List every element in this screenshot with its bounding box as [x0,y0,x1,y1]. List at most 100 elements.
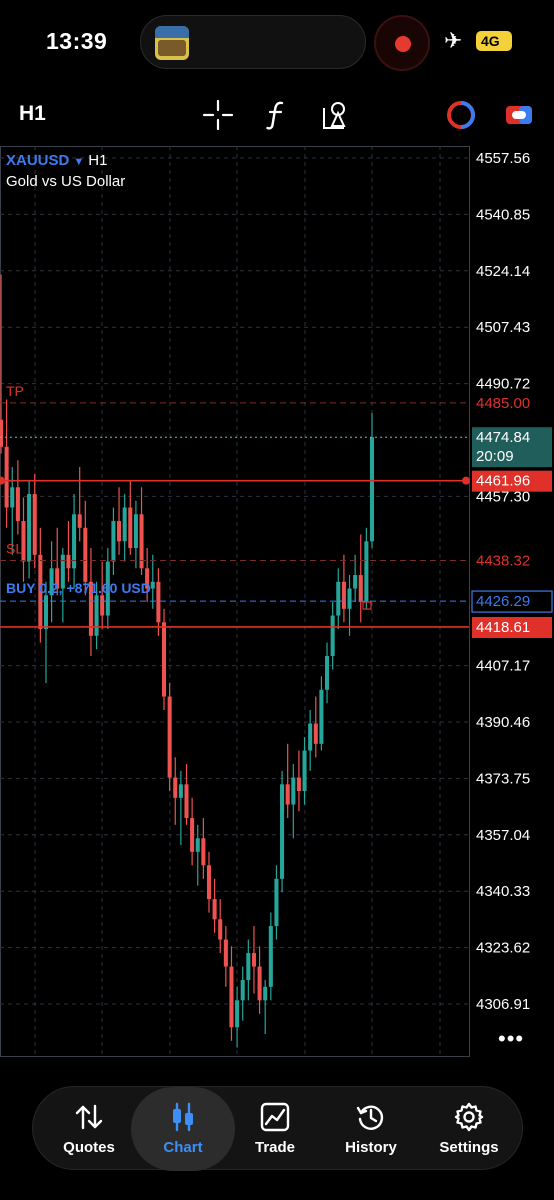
tab-bar: Quotes Chart Trade History Settings [32,1086,523,1171]
tab-settings[interactable]: Settings [419,1087,519,1171]
settings-icon [454,1102,484,1132]
candle-body [313,723,318,744]
symbol-header[interactable]: XAUUSD ▼ H1 [6,152,107,169]
candle-body [195,838,200,852]
candle-body [308,723,313,751]
candle-body [212,899,217,920]
candle-body [296,777,301,792]
candle-body [43,595,48,630]
tab-label: Trade [254,1139,296,1156]
price-chart[interactable]: 4557.56 4540.85 4524.14 4507.43 4490.72 4457.… [0,146,554,1058]
one-click-trading-icon[interactable] [444,98,478,132]
level-handle-left [0,476,5,485]
candle-body [336,581,341,616]
y-tick-label: 4373.75 [476,770,530,787]
candle-body [111,521,116,562]
y-tick-label: 4323.62 [476,940,530,957]
y-tick-label: 4357.04 [476,827,530,844]
symbol-timeframe: H1 [88,152,108,169]
symbol-description: Gold vs US Dollar [6,173,126,190]
candle-body [206,865,212,900]
price-tag-value: 4418.61 [476,619,530,636]
candle-body [156,581,161,623]
tab-label: Chart [163,1139,203,1156]
screen-record-button[interactable] [374,15,430,71]
price-tag-countdown: 20:09 [476,448,514,465]
candle-body [235,1000,240,1028]
buy-price-label: 4426.29 [476,593,530,610]
tab-label: Settings [439,1139,499,1156]
more-options-icon[interactable]: ••• [498,1026,524,1052]
y-tick-label: 4524.14 [476,263,530,280]
crosshair-icon[interactable] [201,98,235,132]
candle-body [161,622,167,697]
tab-history[interactable]: History [323,1087,419,1171]
y-tick-label: 4340.33 [476,883,530,900]
candle-body [173,777,178,798]
tp-label: TP [6,383,24,399]
candle-body [0,419,4,447]
sl-label: SL [6,540,23,556]
y-tick-label: 4540.85 [476,206,530,223]
candle-body [27,494,32,562]
candle-body [302,750,307,792]
candle-body [77,514,82,528]
timeframe-button[interactable]: H1 [19,102,46,126]
tab-quotes[interactable]: Quotes [39,1087,139,1171]
media-thumbnail [155,26,189,60]
candle-body [251,953,256,967]
indicators-icon[interactable] [260,98,294,132]
candle-body [347,588,352,609]
candle-body [353,575,358,589]
candle-body [369,437,375,542]
tab-label: Quotes [63,1139,115,1156]
chart-canvas[interactable]: 4557.564540.854524.144507.434490.724457.… [0,146,554,1058]
y-tick-label: 4490.72 [476,376,530,393]
candle-body [285,784,290,805]
candle-body [240,980,245,1001]
candle-body [257,966,262,1001]
candle-body [341,581,346,609]
candle-body [229,966,234,1028]
candle-body [184,784,189,819]
candle-body [100,595,105,616]
candle-body [122,507,127,542]
candle-body [223,939,228,967]
candle-body [178,784,183,798]
candle-body [32,494,37,555]
candle-body [263,986,268,1001]
trade-toggle-icon[interactable] [502,98,536,132]
sl-price-label: 4438.32 [476,552,530,569]
y-tick-label: 4306.91 [476,996,530,1013]
y-tick-label: 4507.43 [476,319,530,336]
chart-icon [173,1102,193,1132]
trade-icon [260,1102,290,1132]
order-marker [362,601,372,610]
candle-body [133,514,138,549]
level-handle-right [462,476,470,485]
y-tick-label: 4407.17 [476,658,530,675]
dynamic-island[interactable] [140,15,366,69]
tab-label: History [345,1139,397,1156]
status-bar: 13:39 ✈ 4G [0,0,554,85]
chart-toolbar: H1 [0,92,554,138]
symbol-name[interactable]: XAUUSD [6,152,69,169]
tab-trade[interactable]: Trade [229,1087,321,1171]
objects-icon[interactable] [318,98,352,132]
tab-chart[interactable]: Chart [131,1087,235,1171]
candle-body [15,487,20,522]
tp-price-label: 4485.00 [476,395,530,412]
candle-body [201,838,206,866]
candle-body [10,487,15,508]
candle-body [83,527,88,582]
history-icon [356,1105,384,1130]
record-dot-icon [395,36,411,52]
candle-body [364,541,369,603]
price-tag-value: 4474.84 [476,429,530,446]
candle-body [167,696,172,778]
chevron-down-icon[interactable]: ▼ [73,156,84,168]
candle-body [190,818,195,852]
status-time: 13:39 [46,28,108,54]
candle-body [117,521,122,542]
candle-body [291,777,296,805]
